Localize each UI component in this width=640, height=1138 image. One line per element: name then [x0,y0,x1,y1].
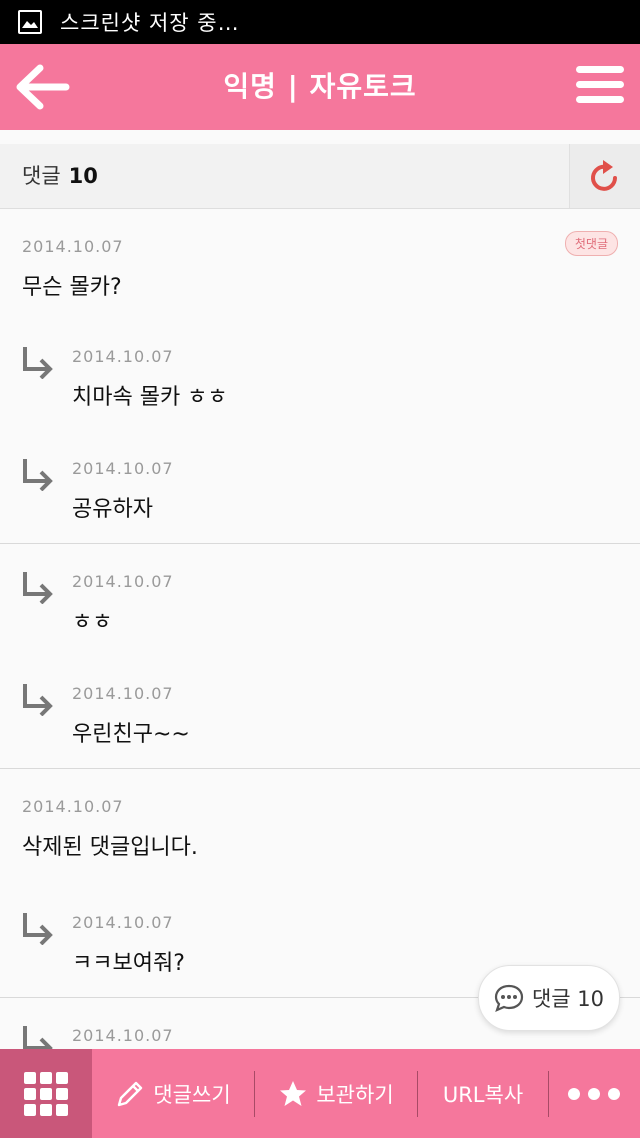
reply-item[interactable]: 2014.10.07 우린친구~~ [0,656,640,768]
comment-thread: 2014.10.07 첫댓글 무슨 몰카? 2014.10.07 치마속 몰카 … [0,209,640,544]
star-icon [280,1080,307,1106]
reply-item[interactable]: 2014.10.07 치마속 몰카 ㅎㅎ [0,319,640,431]
status-text: 스크린샷 저장 중… [60,11,240,35]
first-comment-badge: 첫댓글 [564,231,618,256]
comment-date: 2014.10.07 [22,797,124,816]
comment-count-float-button[interactable]: 댓글 10 [478,965,620,1031]
reply-date: 2014.10.07 [72,684,174,703]
reply-arrow-icon [23,572,53,604]
reply-item[interactable]: 2014.10.07 ㅎㅎ [0,544,640,656]
comment-date: 2014.10.07 [22,237,124,256]
grid-menu-button[interactable] [0,1049,92,1138]
comment-count-header: 댓글 10 [0,144,640,209]
pencil-icon [118,1081,143,1106]
comment-text: 삭제된 댓글입니다. [22,835,198,860]
comment-text: 무슨 몰카? [22,275,122,300]
copy-url-label: URL복사 [442,1082,524,1107]
write-comment-button[interactable]: 댓글쓰기 [92,1049,254,1138]
reply-arrow-icon [23,347,53,379]
more-dots-icon [568,1087,620,1100]
status-bar: 스크린샷 저장 중… [0,0,640,44]
reply-date: 2014.10.07 [72,459,174,478]
comment-thread: 2014.10.07 삭제된 댓글입니다. 2014.10.07 ㅋㅋ보여줘? [0,769,640,998]
reply-date: 2014.10.07 [72,913,174,932]
comment-item[interactable]: 2014.10.07 삭제된 댓글입니다. [0,769,640,885]
app-bar: 익명 | 자유토크 [0,44,640,130]
float-button-label: 댓글 10 [531,987,605,1011]
reply-date: 2014.10.07 [72,347,174,366]
reply-text: ㅋㅋ보여줘? [72,951,185,976]
bookmark-label: 보관하기 [316,1082,394,1107]
reply-text: 치마속 몰카 ㅎㅎ [72,385,228,410]
reply-arrow-icon [23,913,53,945]
grid-icon [24,1071,68,1116]
reply-text: 우린친구~~ [72,722,190,747]
image-icon [18,10,42,34]
reply-date: 2014.10.07 [72,1026,174,1045]
copy-url-button[interactable]: URL복사 [418,1049,548,1138]
comment-count-label: 댓글 10 [22,164,98,188]
bottom-toolbar: 댓글쓰기 보관하기 URL복사 [0,1049,640,1138]
chat-bubble-icon [494,984,524,1012]
comment-count: 10 [68,164,98,188]
comment-item[interactable]: 2014.10.07 첫댓글 무슨 몰카? [0,209,640,319]
comment-thread: 2014.10.07 ㅎㅎ 2014.10.07 우린친구~~ [0,544,640,769]
reply-date: 2014.10.07 [72,572,174,591]
page-title: 익명 | 자유토크 [223,70,417,103]
hamburger-menu-icon [576,66,624,73]
write-comment-label: 댓글쓰기 [153,1082,231,1107]
menu-button[interactable] [576,66,624,108]
more-options-button[interactable] [549,1049,639,1138]
reply-arrow-icon [23,459,53,491]
reply-text: 공유하자 [72,497,153,522]
reply-item[interactable]: 2014.10.07 공유하자 [0,431,640,543]
reply-text: ㅎㅎ [72,610,113,635]
refresh-button[interactable] [569,144,640,208]
bookmark-button[interactable]: 보관하기 [255,1049,417,1138]
reply-arrow-icon [23,684,53,716]
refresh-icon [591,160,617,191]
